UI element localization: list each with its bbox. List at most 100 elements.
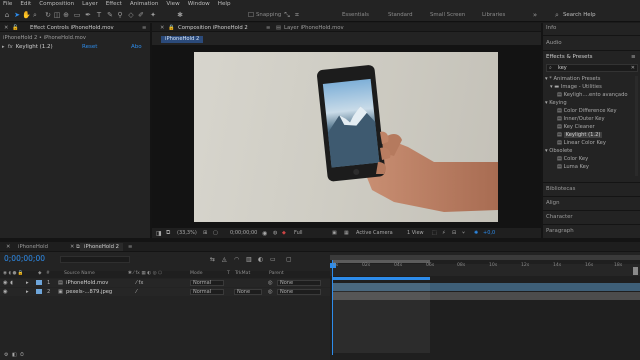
grid-icon[interactable]: ⊞ (203, 230, 207, 236)
workspace-essentials[interactable]: Essentials (342, 12, 369, 18)
frame-blending-icon[interactable]: ▥ (246, 256, 252, 263)
tree-preset-keylight[interactable]: ▤ Keyligh....ento avançado (557, 92, 628, 98)
tab-effect-controls[interactable]: Effect Controls iPhoneHold.mov (22, 24, 118, 32)
current-time-display[interactable]: 0;00;00;00 (4, 254, 45, 263)
trkmat-dropdown[interactable]: None (234, 289, 262, 295)
type-tool-icon[interactable]: T (95, 11, 103, 19)
current-time-indicator[interactable] (332, 260, 333, 355)
toggle-render-time-icon[interactable]: ⏱ (20, 352, 24, 358)
label-color-swatch[interactable] (36, 280, 42, 285)
tree-effect-luma-key[interactable]: ▤ Luma Key (557, 164, 589, 170)
snapping-checkbox[interactable]: ☐ (247, 11, 255, 19)
graph-editor-icon[interactable]: ▭ (270, 256, 276, 263)
layer-row[interactable]: ◉ ◖ ▸ 1 ▤ iPhoneHold.mov ⁄ fx Normal ◎ N… (0, 279, 330, 287)
comp-end-marker-icon[interactable] (633, 267, 638, 275)
snapshot-icon[interactable]: ◉ (262, 230, 267, 237)
toggle-pixel-icon[interactable]: ⬚ (432, 230, 437, 236)
show-snapshot-icon[interactable]: ◍ (273, 230, 277, 236)
views-dropdown[interactable]: 1 View (407, 230, 424, 236)
mode-dropdown[interactable]: Normal (190, 289, 224, 295)
tree-folder-animation-presets[interactable]: ▾ * Animation Presets (545, 76, 600, 82)
workspace-libraries[interactable]: Libraries (482, 12, 505, 18)
menu-composition[interactable]: Composition (39, 1, 74, 7)
source-name-header[interactable]: Source Name (64, 271, 95, 276)
selection-tool-icon[interactable]: ➤ (13, 11, 21, 19)
tree-effect-keylight-selected[interactable]: ▤ Keylight (1.2) (557, 132, 603, 138)
workspace-overflow-icon[interactable]: » (531, 11, 539, 19)
puppet-extra-icon[interactable]: ✱ (176, 11, 184, 19)
lock-icon[interactable]: 🔓 (8, 24, 23, 32)
bibliotecas-panel-header[interactable]: Bibliotecas (543, 182, 640, 194)
tree-effect-inner-outer-key[interactable]: ▤ Inner/Outer Key (557, 116, 605, 122)
tab-iphonehold[interactable]: iPhoneHold (14, 243, 52, 251)
menu-edit[interactable]: Edit (20, 1, 31, 7)
flowchart-icon[interactable]: ⑂ (462, 230, 465, 236)
panel-menu-icon[interactable]: ≡ (138, 24, 150, 32)
work-area-bar[interactable] (332, 260, 430, 263)
channel-icon[interactable]: ◆ (282, 230, 286, 236)
camera-tool-icon[interactable]: ◫ (53, 11, 61, 19)
tree-folder-keying[interactable]: ▾ Keying (545, 100, 567, 106)
pan-behind-tool-icon[interactable]: ⊕ (62, 11, 70, 19)
layer-search-input[interactable] (60, 256, 130, 263)
puppet-tool-icon[interactable]: ✦ (149, 11, 157, 19)
menu-window[interactable]: Window (188, 1, 210, 7)
snap-options-icon[interactable]: ⤡ (283, 11, 291, 19)
effects-search-field[interactable]: ⌕ key ✕ (546, 64, 638, 72)
shy-layers-icon[interactable]: ◠ (234, 256, 239, 263)
layer-switches-icon[interactable]: ⁄ (136, 288, 137, 296)
timecode-field[interactable]: 0;00;00;00 (230, 230, 257, 236)
zoom-tool-icon[interactable]: ⌕ (31, 11, 39, 19)
brush-tool-icon[interactable]: ✎ (106, 11, 114, 19)
parent-dropdown[interactable]: None (277, 280, 321, 286)
parent-header[interactable]: Parent (269, 271, 284, 276)
comp-subtab[interactable]: iPhoneHold 2 (161, 36, 204, 43)
reset-link[interactable]: Reset (82, 44, 97, 50)
time-ruler[interactable] (330, 264, 640, 276)
tab-iphonehold-2[interactable]: iPhoneHold 2 (80, 243, 123, 251)
always-preview-icon[interactable]: ◨ (156, 230, 162, 237)
expand-layer-icon[interactable]: ▸ (26, 279, 29, 287)
timeline-panel-menu-icon[interactable]: ≡ (124, 243, 136, 251)
info-panel-header[interactable]: Info (546, 25, 556, 31)
pickwhip-icon[interactable]: ◎ (268, 288, 273, 296)
motion-blur-icon[interactable]: ◐ (258, 256, 263, 263)
home-icon[interactable]: ⌂ (3, 11, 11, 19)
character-panel-header[interactable]: Character (543, 210, 640, 222)
visibility-eye-icon[interactable]: ◉ (3, 279, 8, 287)
mask-icon[interactable]: ▢ (213, 230, 218, 236)
menu-file[interactable]: File (3, 1, 12, 7)
clear-search-icon[interactable]: ✕ (631, 65, 635, 71)
layer-switches-icon[interactable]: ⁄ fx (136, 279, 143, 287)
expand-triangle-icon[interactable]: ▸ (2, 44, 5, 50)
tree-effect-linear-color-key[interactable]: ▤ Linear Color Key (557, 140, 606, 146)
effect-row-keylight[interactable]: ▸ fx Keylight (1.2) Reset Abo (2, 44, 148, 50)
layer-name[interactable]: pexels-...879.jpeg (66, 288, 112, 296)
tree-folder-obsolete[interactable]: ▾ Obsolete (545, 148, 572, 154)
mode-dropdown[interactable]: Normal (190, 280, 224, 286)
expand-layer-icon[interactable]: ▸ (26, 288, 29, 296)
3d-glasses-icon[interactable]: ⧉ (166, 229, 170, 237)
tree-effect-key-cleaner[interactable]: ▤ Key Cleaner (557, 124, 595, 130)
toggle-switches-icon[interactable]: ⚙ (4, 352, 8, 358)
audio-speaker-icon[interactable]: ◖ (10, 279, 13, 287)
menu-effect[interactable]: Effect (106, 1, 122, 7)
resolution-dropdown[interactable]: Full (294, 230, 303, 236)
effects-presets-header[interactable]: Effects & Presets (546, 54, 593, 60)
eraser-tool-icon[interactable]: ◇ (127, 11, 135, 19)
fast-preview-icon[interactable]: ⚡ (442, 230, 446, 236)
search-help-input[interactable]: Search Help (563, 12, 596, 18)
menu-layer[interactable]: Layer (82, 1, 98, 7)
workspace-standard[interactable]: Standard (388, 12, 413, 18)
workspace-small-screen[interactable]: Small Screen (430, 12, 465, 18)
parent-dropdown[interactable]: None (277, 289, 321, 295)
exposure-value[interactable]: +0,0 (483, 230, 495, 236)
trkmat-header[interactable]: TrkMat (235, 271, 250, 276)
zoom-dropdown[interactable]: (33,3%) (177, 230, 197, 236)
tree-folder-image-utilities[interactable]: ▾ ▬ Image - Utilities (550, 84, 602, 90)
menu-view[interactable]: View (166, 1, 179, 7)
snap-expand-icon[interactable]: ⌗ (293, 11, 301, 19)
effects-search-input[interactable]: key (558, 65, 567, 71)
tree-effect-color-difference-key[interactable]: ▤ Color Difference Key (557, 108, 617, 114)
composition-viewer[interactable] (152, 45, 541, 228)
